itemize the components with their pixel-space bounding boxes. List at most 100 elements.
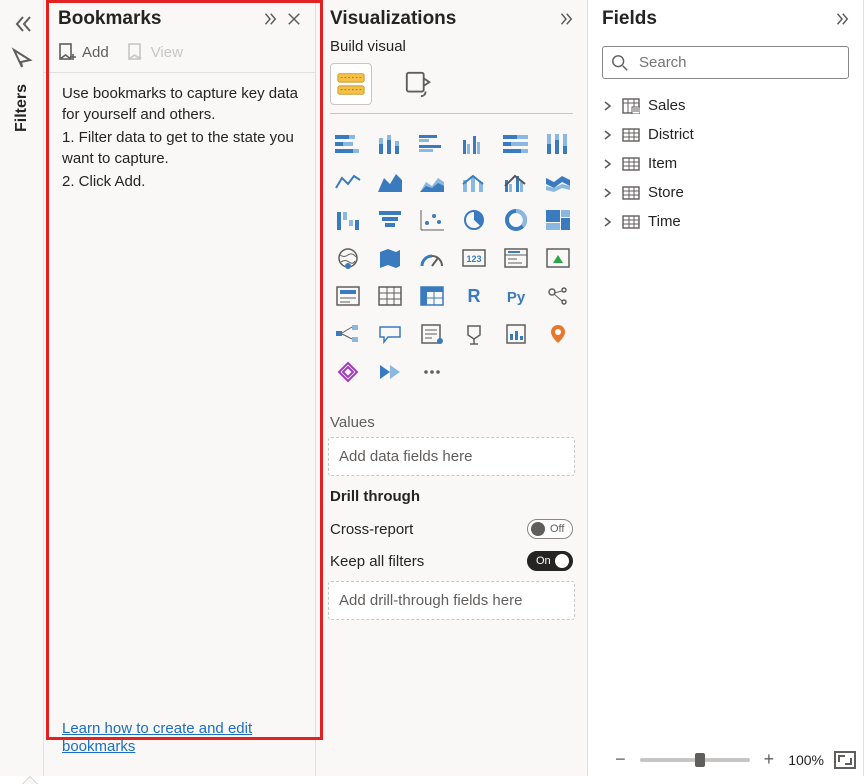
map-icon[interactable] xyxy=(330,242,366,274)
area-chart-icon[interactable] xyxy=(372,166,408,198)
tree-item-district[interactable]: District xyxy=(598,120,853,149)
search-icon xyxy=(611,54,629,72)
bookmarks-step2: 2. Click Add. xyxy=(62,171,299,192)
bookmarks-step1: 1. Filter data to get to the state you w… xyxy=(62,127,299,169)
python-visual-icon[interactable]: Py xyxy=(498,280,534,312)
chevron-right-icon xyxy=(602,187,614,199)
qa-visual-icon[interactable] xyxy=(372,318,408,350)
viz-tabs xyxy=(316,55,587,105)
left-rail: Filters xyxy=(0,0,44,776)
fit-to-page-button[interactable] xyxy=(834,751,856,769)
drill-through-dropwell[interactable]: Add drill-through fields here xyxy=(328,581,575,620)
collapse-fields-icon[interactable] xyxy=(833,10,851,28)
key-influencers-icon[interactable] xyxy=(540,280,576,312)
chevron-right-icon xyxy=(602,100,614,112)
zoom-slider[interactable] xyxy=(640,758,750,762)
filters-icon[interactable] xyxy=(10,46,34,70)
svg-text:R: R xyxy=(468,286,481,306)
values-dropwell[interactable]: Add data fields here xyxy=(328,437,575,476)
zoom-out-button[interactable]: − xyxy=(611,749,630,770)
fields-search[interactable] xyxy=(602,46,849,79)
line-chart-icon[interactable] xyxy=(330,166,366,198)
zoom-value: 100% xyxy=(788,752,824,768)
bookmarks-toolbar: Add View xyxy=(44,38,315,73)
chevron-right-icon xyxy=(602,216,614,228)
funnel-icon[interactable] xyxy=(372,204,408,236)
cross-report-toggle[interactable]: Off xyxy=(527,519,573,539)
view-bookmark-button: View xyxy=(127,42,183,62)
zoom-in-button[interactable]: + xyxy=(760,749,779,770)
tree-item-sales[interactable]: Sales xyxy=(598,91,853,120)
bookmarks-header: Bookmarks xyxy=(44,0,315,38)
donut-icon[interactable] xyxy=(498,204,534,236)
tree-item-time[interactable]: Time xyxy=(598,207,853,236)
chevron-right-icon xyxy=(602,129,614,141)
power-apps-icon[interactable] xyxy=(330,356,366,388)
ribbon-chart-icon[interactable] xyxy=(540,166,576,198)
scatter-icon[interactable] xyxy=(414,204,450,236)
stacked-area-icon[interactable] xyxy=(414,166,450,198)
pie-icon[interactable] xyxy=(456,204,492,236)
cross-report-label: Cross-report xyxy=(330,521,413,538)
line-clustered-column-icon[interactable] xyxy=(498,166,534,198)
filters-rail-label: Filters xyxy=(13,84,31,132)
filled-map-icon[interactable] xyxy=(372,242,408,274)
format-tab[interactable] xyxy=(398,63,440,105)
kpi-icon[interactable] xyxy=(540,242,576,274)
fields-header: Fields xyxy=(588,0,863,38)
clustered-bar-icon[interactable] xyxy=(414,128,450,160)
learn-bookmarks-link[interactable]: Learn how to create and edit bookmarks xyxy=(62,720,252,755)
visualizations-header: Visualizations xyxy=(316,0,587,38)
tree-item-store[interactable]: Store xyxy=(598,178,853,207)
stacked-column-icon[interactable] xyxy=(372,128,408,160)
build-visual-label: Build visual xyxy=(316,38,587,55)
hundred-stacked-bar-icon[interactable] xyxy=(498,128,534,160)
values-label: Values xyxy=(316,402,587,437)
table-icon xyxy=(622,157,640,171)
arcgis-map-icon[interactable] xyxy=(540,318,576,350)
collapse-visualizations-icon[interactable] xyxy=(557,10,575,28)
table-icon xyxy=(622,186,640,200)
keep-filters-label: Keep all filters xyxy=(330,553,424,570)
treemap-icon[interactable] xyxy=(540,204,576,236)
power-automate-icon[interactable] xyxy=(372,356,408,388)
visualizations-title: Visualizations xyxy=(330,8,456,30)
fields-tree: Sales District Item Store xyxy=(588,87,863,240)
svg-text:Py: Py xyxy=(507,289,526,306)
slicer-icon[interactable] xyxy=(330,280,366,312)
fields-pane: Fields Sales xyxy=(588,0,864,776)
tree-item-item[interactable]: Item xyxy=(598,149,853,178)
hundred-stacked-column-icon[interactable] xyxy=(540,128,576,160)
r-visual-icon[interactable]: R xyxy=(456,280,492,312)
smart-narrative-icon[interactable] xyxy=(414,318,450,350)
viz-gallery: 123 R Py xyxy=(316,114,587,402)
decomposition-tree-icon[interactable] xyxy=(330,318,366,350)
goal-icon[interactable] xyxy=(456,318,492,350)
waterfall-icon[interactable] xyxy=(330,204,366,236)
build-tab[interactable] xyxy=(330,63,372,105)
close-bookmarks-icon[interactable] xyxy=(285,10,303,28)
collapse-bookmarks-icon[interactable] xyxy=(261,10,279,28)
svg-text:123: 123 xyxy=(466,254,481,264)
tree-label: Item xyxy=(648,155,677,172)
search-input[interactable] xyxy=(637,53,840,72)
line-stacked-column-icon[interactable] xyxy=(456,166,492,198)
card-icon[interactable]: 123 xyxy=(456,242,492,274)
paginated-report-icon[interactable] xyxy=(498,318,534,350)
multi-row-card-icon[interactable] xyxy=(498,242,534,274)
chevron-right-icon xyxy=(602,158,614,170)
matrix-icon[interactable] xyxy=(414,280,450,312)
add-bookmark-button[interactable]: Add xyxy=(58,42,109,62)
calc-table-icon xyxy=(622,98,640,114)
gauge-icon[interactable] xyxy=(414,242,450,274)
clustered-column-icon[interactable] xyxy=(456,128,492,160)
collapse-left-icon[interactable] xyxy=(10,12,34,36)
table-icon[interactable] xyxy=(372,280,408,312)
keep-filters-toggle[interactable]: On xyxy=(527,551,573,571)
zoom-footer: − + 100% xyxy=(611,749,856,770)
tree-label: District xyxy=(648,126,694,143)
stacked-bar-icon[interactable] xyxy=(330,128,366,160)
tree-label: Time xyxy=(648,213,681,230)
more-visuals-icon[interactable] xyxy=(414,356,450,388)
bookmarks-pane: Bookmarks Add View xyxy=(44,0,316,776)
